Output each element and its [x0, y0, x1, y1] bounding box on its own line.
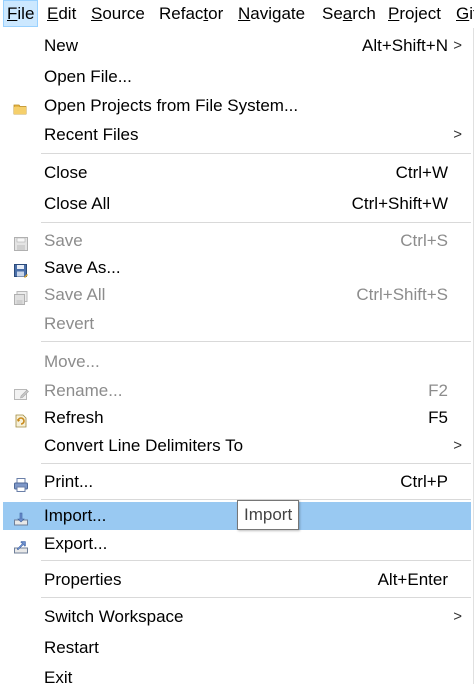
menu-item-switch-workspace[interactable]: Switch Workspace >: [0, 603, 472, 631]
menu-item-save-shortcut: Ctrl+S: [400, 231, 448, 250]
menu-item-close[interactable]: Close Ctrl+W: [0, 159, 472, 187]
menu-item-new[interactable]: New Alt+Shift+N >: [0, 32, 472, 60]
menu-item-close-all-shortcut: Ctrl+Shift+W: [351, 194, 448, 213]
menu-source-rest: ource: [102, 4, 145, 23]
import-tooltip: Import: [237, 500, 300, 530]
menu-item-move-label: Move...: [44, 352, 100, 371]
menu-item-close-label: Close: [44, 163, 88, 182]
menu-refactor[interactable]: Refactor: [156, 0, 226, 27]
menu-item-recent-files[interactable]: Recent Files >: [0, 121, 472, 149]
menu-item-rename[interactable]: Rename... F2: [0, 377, 472, 405]
menu-git[interactable]: Git: [453, 0, 474, 27]
submenu-arrow-icon: >: [453, 126, 462, 143]
import-icon: [13, 508, 29, 526]
menu-git-rest: it: [469, 4, 474, 23]
menu-item-save-as-label: Save As...: [44, 258, 121, 277]
menu-source[interactable]: Source: [88, 0, 148, 27]
menu-item-refresh[interactable]: Refresh F5: [0, 404, 472, 432]
menu-item-rename-shortcut: F2: [428, 381, 448, 400]
menu-item-exit[interactable]: Exit: [0, 664, 472, 684]
save-all-icon: [13, 287, 29, 305]
print-icon: [13, 474, 29, 492]
save-icon: [13, 233, 29, 251]
menu-item-restart[interactable]: Restart: [0, 634, 472, 662]
menu-navigate[interactable]: Navigate: [235, 0, 308, 27]
menu-item-save-as[interactable]: Save As...: [0, 254, 472, 282]
menu-item-exit-label: Exit: [44, 668, 73, 684]
menu-file[interactable]: File: [3, 0, 39, 27]
menu-separator: [41, 153, 471, 154]
menu-item-save-all-shortcut: Ctrl+Shift+S: [356, 285, 448, 304]
menu-item-convert-line-delimiters[interactable]: Convert Line Delimiters To >: [0, 432, 472, 460]
rename-icon: [13, 383, 29, 400]
menu-item-save-all-label: Save All: [44, 285, 106, 304]
menu-navigate-mnemonic: N: [238, 4, 251, 23]
refresh-icon: [13, 410, 29, 428]
menu-search-rest: rch: [352, 4, 376, 23]
menu-item-save-all[interactable]: Save All Ctrl+Shift+S: [0, 281, 472, 309]
menu-separator: [41, 222, 471, 223]
menu-separator: [41, 341, 471, 342]
submenu-arrow-icon: >: [453, 437, 462, 454]
submenu-arrow-icon: >: [453, 37, 462, 54]
menu-item-close-all-label: Close All: [44, 194, 111, 213]
menu-item-rename-label: Rename...: [44, 381, 123, 400]
menu-file-rest: ile: [17, 4, 35, 23]
menu-item-restart-label: Restart: [44, 638, 99, 657]
menu-refactor-pre: Refac: [159, 4, 204, 23]
menu-search-mnemonic: a: [342, 4, 353, 23]
menu-item-export[interactable]: Export...: [0, 530, 472, 558]
menu-bar: File Edit Source Refactor Navigate Searc…: [0, 0, 474, 28]
menu-project[interactable]: Project: [385, 0, 444, 27]
menu-item-export-label: Export...: [44, 534, 108, 553]
folder-icon: [13, 98, 29, 115]
menu-item-recent-files-label: Recent Files: [44, 125, 139, 144]
menu-separator: [41, 597, 471, 598]
menu-item-print[interactable]: Print... Ctrl+P: [0, 468, 472, 496]
menu-item-open-file[interactable]: Open File...: [0, 63, 472, 91]
menu-item-close-all[interactable]: Close All Ctrl+Shift+W: [0, 190, 472, 218]
menu-item-new-shortcut: Alt+Shift+N: [362, 36, 448, 55]
menu-search[interactable]: Search: [319, 0, 379, 27]
menu-item-revert-label: Revert: [44, 314, 95, 333]
menu-refactor-rest: or: [208, 4, 224, 23]
file-menu-dropdown: New Alt+Shift+N > Open File... Open Proj…: [0, 28, 474, 684]
menu-source-mnemonic: S: [91, 4, 103, 23]
menu-item-close-shortcut: Ctrl+W: [395, 163, 448, 182]
menu-item-convert-line-delimiters-label: Convert Line Delimiters To: [44, 436, 244, 455]
menu-edit-rest: dit: [58, 4, 77, 23]
menu-item-revert[interactable]: Revert: [0, 310, 472, 338]
export-icon: [13, 536, 29, 554]
menu-item-save[interactable]: Save Ctrl+S: [0, 227, 472, 255]
menu-separator: [41, 560, 471, 561]
menu-item-print-label: Print...: [44, 472, 94, 491]
menu-item-properties[interactable]: Properties Alt+Enter: [0, 566, 472, 594]
menu-item-properties-shortcut: Alt+Enter: [377, 570, 448, 589]
menu-item-print-shortcut: Ctrl+P: [400, 472, 448, 491]
submenu-arrow-icon: >: [453, 608, 462, 625]
menu-edit-mnemonic: E: [47, 4, 59, 23]
menu-item-open-projects-label: Open Projects from File System...: [44, 96, 299, 115]
menu-navigate-rest: avigate: [250, 4, 306, 23]
menu-file-mnemonic: F: [7, 4, 18, 23]
menu-project-rest: roject: [399, 4, 441, 23]
save-as-icon: [13, 260, 29, 278]
menu-git-mnemonic: G: [456, 4, 470, 23]
menu-item-new-label: New: [44, 36, 79, 55]
menu-item-save-label: Save: [44, 231, 83, 250]
menu-item-refresh-label: Refresh: [44, 408, 104, 427]
menu-search-pre: Se: [322, 4, 343, 23]
menu-separator: [41, 463, 471, 464]
menu-edit[interactable]: Edit: [44, 0, 79, 27]
menu-item-switch-workspace-label: Switch Workspace: [44, 607, 184, 626]
menu-item-refresh-shortcut: F5: [428, 408, 448, 427]
menu-item-open-projects[interactable]: Open Projects from File System...: [0, 92, 472, 120]
menu-project-mnemonic: P: [388, 4, 400, 23]
menu-item-move[interactable]: Move...: [0, 348, 472, 376]
menu-item-properties-label: Properties: [44, 570, 122, 589]
menu-item-open-file-label: Open File...: [44, 67, 132, 86]
menu-item-import-label: Import...: [44, 506, 107, 525]
